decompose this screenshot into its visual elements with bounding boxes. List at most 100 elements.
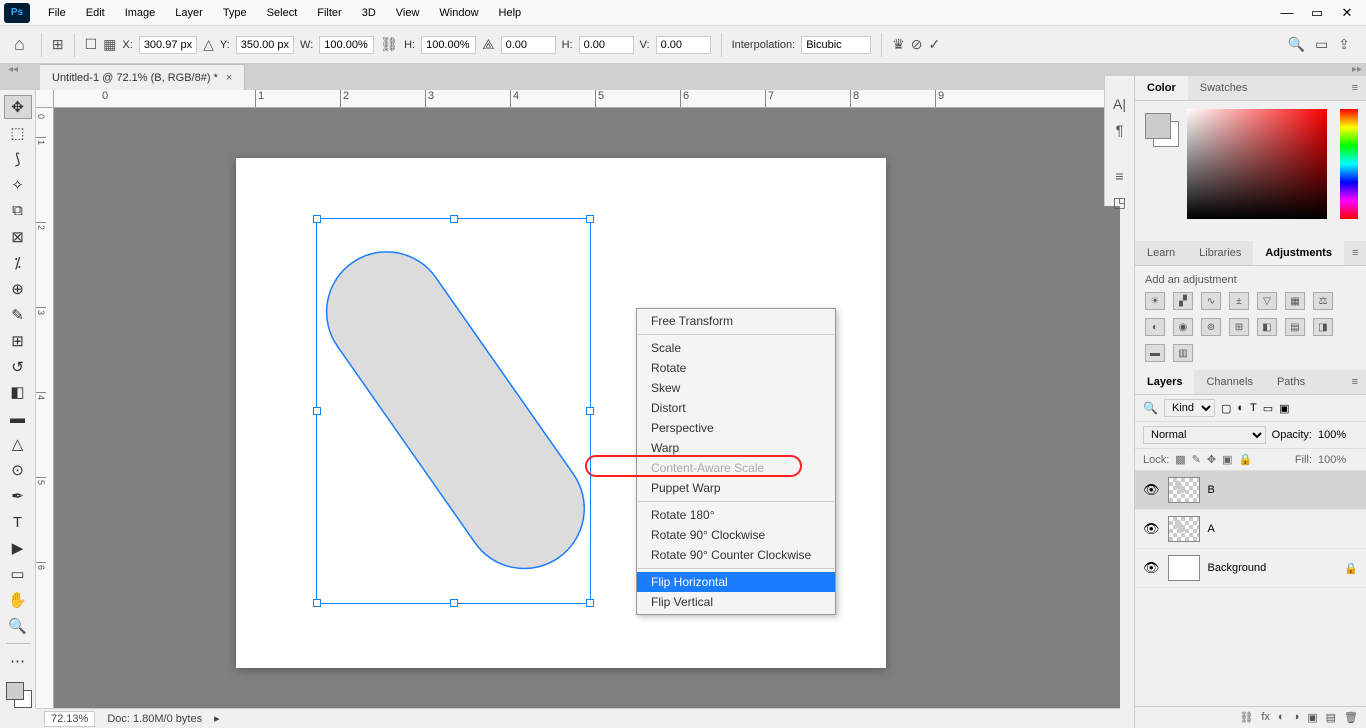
panel-menu-icon[interactable]: ≡ — [1344, 370, 1366, 394]
filter-shape-icon[interactable]: ▭ — [1263, 402, 1273, 415]
transform-handle-s[interactable] — [450, 599, 458, 607]
photo-filter-icon[interactable]: ◉ — [1173, 318, 1193, 336]
commit-transform-icon[interactable]: ✓ — [928, 36, 940, 53]
filter-smart-icon[interactable]: ▣ — [1279, 402, 1289, 415]
shape-tool[interactable]: ▭ — [4, 562, 32, 586]
history-brush-tool[interactable]: ↺ — [4, 355, 32, 379]
context-rotate-90-counter-clockwise[interactable]: Rotate 90° Counter Clockwise — [637, 545, 835, 565]
lasso-tool[interactable]: ⟆ — [4, 147, 32, 171]
selective-color-icon[interactable]: ▥ — [1173, 344, 1193, 362]
gradient-tool[interactable]: ▬ — [4, 406, 32, 430]
hue-sat-icon[interactable]: ▦ — [1285, 292, 1305, 310]
vibrance-icon[interactable]: ▽ — [1257, 292, 1277, 310]
eyedropper-tool[interactable]: ⁒ — [4, 251, 32, 275]
filter-type-icon[interactable]: T — [1250, 402, 1257, 414]
panel-collapse-icon[interactable]: ▸▸ — [1352, 64, 1362, 75]
interpolation-value[interactable]: Bicubic — [801, 36, 871, 54]
lock-position-icon[interactable]: ✥ — [1207, 453, 1216, 466]
fg-color-indicator[interactable] — [1145, 113, 1171, 139]
character-panel-icon[interactable]: A| — [1113, 96, 1126, 112]
edit-toolbar-icon[interactable]: ⋯ — [4, 649, 32, 673]
layer-name[interactable]: B — [1208, 484, 1215, 496]
w-value[interactable]: 100.00% — [319, 36, 374, 54]
x-value[interactable]: 300.97 px — [139, 36, 197, 54]
group-icon[interactable]: ▣ — [1307, 711, 1317, 724]
workspace-icon[interactable]: ▭ — [1315, 36, 1328, 53]
context-free-transform[interactable]: Free Transform — [637, 311, 835, 331]
context-rotate-90-clockwise[interactable]: Rotate 90° Clockwise — [637, 525, 835, 545]
color-lookup-icon[interactable]: ⊞ — [1229, 318, 1249, 336]
layer-row[interactable]: 👁Background🔒 — [1135, 549, 1366, 588]
minimize-button[interactable]: — — [1272, 3, 1302, 23]
lock-pixels-icon[interactable]: ✎ — [1192, 453, 1201, 466]
gradient-map-icon[interactable]: ▬ — [1145, 344, 1165, 362]
menu-image[interactable]: Image — [115, 3, 166, 23]
transform-handle-ne[interactable] — [586, 215, 594, 223]
magic-wand-tool[interactable]: ✧ — [4, 173, 32, 197]
delete-layer-icon[interactable]: 🗑 — [1344, 711, 1358, 724]
paths-tab[interactable]: Paths — [1265, 370, 1317, 394]
paragraph-panel-icon[interactable]: ¶ — [1116, 122, 1124, 138]
close-button[interactable]: ✕ — [1332, 3, 1362, 23]
hue-slider[interactable] — [1340, 109, 1358, 219]
lock-transparency-icon[interactable]: ▩ — [1175, 453, 1185, 466]
layer-filter-kind[interactable]: Kind — [1164, 399, 1215, 417]
canvas-area[interactable]: 0123456789 0123456 Free TransformScaleRo… — [36, 90, 1120, 708]
lock-all-icon[interactable]: 🔒 — [1239, 453, 1253, 466]
blend-mode-select[interactable]: Normal — [1143, 426, 1266, 444]
crop-tool[interactable]: ⧉ — [4, 199, 32, 223]
color-field[interactable] — [1187, 109, 1327, 219]
menu-file[interactable]: File — [38, 3, 76, 23]
doc-info-chevron-icon[interactable]: ▸ — [214, 712, 220, 725]
y-value[interactable]: 350.00 px — [236, 36, 294, 54]
fx-icon[interactable]: fx — [1261, 711, 1270, 724]
marquee-tool[interactable]: ⬚ — [4, 121, 32, 145]
ruler-horizontal[interactable]: 0123456789 — [54, 90, 1120, 108]
foreground-color-swatch[interactable] — [6, 682, 24, 700]
search-icon[interactable]: 🔍 — [1288, 36, 1305, 53]
transform-handle-n[interactable] — [450, 215, 458, 223]
transform-handle-nw[interactable] — [313, 215, 321, 223]
document-tab[interactable]: Untitled-1 @ 72.1% (B, RGB/8#) * × — [40, 64, 245, 90]
context-puppet-warp[interactable]: Puppet Warp — [637, 478, 835, 498]
cancel-transform-icon[interactable]: ⊘ — [911, 36, 923, 53]
filter-adjust-icon[interactable]: ◐ — [1237, 402, 1244, 414]
layer-thumbnail[interactable] — [1168, 555, 1200, 581]
zoom-tool[interactable]: 🔍 — [4, 614, 32, 638]
dock-handle-icon[interactable]: ◂◂ — [8, 64, 18, 75]
menu-3d[interactable]: 3D — [352, 3, 386, 23]
learn-tab[interactable]: Learn — [1135, 241, 1187, 265]
context-flip-horizontal[interactable]: Flip Horizontal — [637, 572, 835, 592]
tab-close-icon[interactable]: × — [226, 72, 232, 84]
pen-tool[interactable]: ✒ — [4, 484, 32, 508]
link-layers-icon[interactable]: ⛓ — [1239, 711, 1253, 724]
move-tool[interactable]: ✥ — [4, 95, 32, 119]
transform-handle-e[interactable] — [586, 407, 594, 415]
color-balance-icon[interactable]: ⚖ — [1313, 292, 1333, 310]
warp-mode-icon[interactable]: ♛ — [892, 36, 905, 53]
color-tab[interactable]: Color — [1135, 76, 1188, 100]
zoom-level[interactable]: 72.13% — [44, 711, 95, 727]
layer-row[interactable]: 👁A — [1135, 510, 1366, 549]
ruler-vertical[interactable]: 0123456 — [36, 108, 54, 708]
hand-tool[interactable]: ✋ — [4, 588, 32, 612]
transform-ref-icon[interactable]: ⊞ — [52, 36, 64, 53]
layer-row[interactable]: 👁B — [1135, 471, 1366, 510]
channel-mixer-icon[interactable]: ⊚ — [1201, 318, 1221, 336]
brightness-icon[interactable]: ☀ — [1145, 292, 1165, 310]
invert-icon[interactable]: ◧ — [1257, 318, 1277, 336]
swatches-tab[interactable]: Swatches — [1188, 76, 1260, 100]
filter-pixel-icon[interactable]: ▢ — [1221, 402, 1231, 415]
context-rotate-180-[interactable]: Rotate 180° — [637, 505, 835, 525]
threshold-icon[interactable]: ◨ — [1313, 318, 1333, 336]
layer-visibility-icon[interactable]: 👁 — [1143, 521, 1160, 537]
curves-icon[interactable]: ∿ — [1201, 292, 1221, 310]
menu-select[interactable]: Select — [257, 3, 308, 23]
dodge-tool[interactable]: ⊙ — [4, 458, 32, 482]
layer-visibility-icon[interactable]: 👁 — [1143, 482, 1160, 498]
opacity-value[interactable]: 100% — [1318, 429, 1358, 441]
context-skew[interactable]: Skew — [637, 378, 835, 398]
menu-window[interactable]: Window — [429, 3, 488, 23]
color-swatches[interactable] — [4, 680, 32, 708]
lock-artboard-icon[interactable]: ▣ — [1222, 453, 1232, 466]
